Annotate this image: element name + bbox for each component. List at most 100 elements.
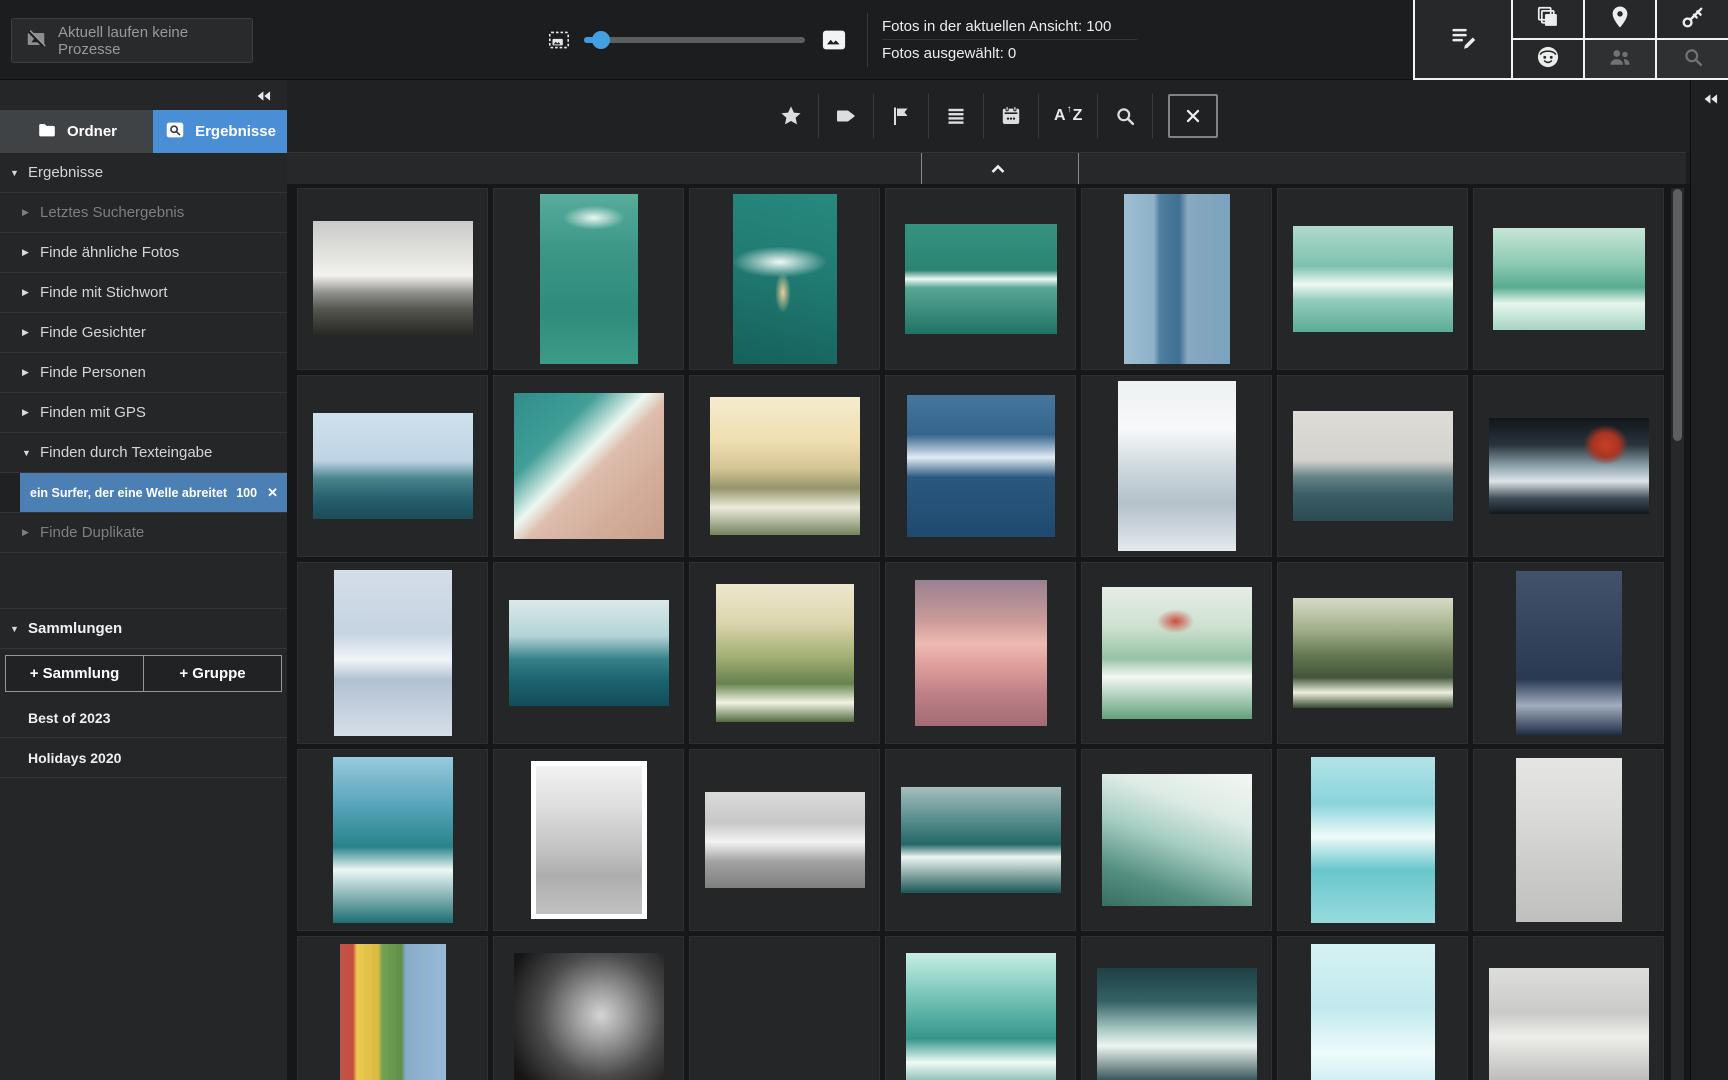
sidebar: Ordner Ergebnisse ▼Ergebnisse▶Letztes Su… — [0, 80, 287, 1080]
flag-filter-button[interactable] — [889, 104, 913, 128]
results-tree: ▼Ergebnisse▶Letztes Suchergebnis▶Finde ä… — [0, 153, 287, 553]
photo-thumbnail-pale-blue-surfer[interactable] — [334, 570, 452, 736]
tree-item-finde-gesichter[interactable]: ▶Finde Gesichter — [0, 313, 287, 353]
photo-thumbnail-golden-hour-cutback[interactable] — [710, 397, 860, 535]
tree-item-finde-duplikate[interactable]: ▶Finde Duplikate — [0, 513, 287, 553]
tab-ergebnisse[interactable]: Ergebnisse — [153, 110, 287, 153]
star-filter-button[interactable] — [779, 104, 803, 128]
photo-thumbnail-deep-blue-waves[interactable] — [907, 395, 1055, 537]
chevron-right-icon[interactable]: ▶ — [22, 207, 40, 218]
faces-button[interactable] — [1513, 40, 1583, 78]
photo-thumbnail-stormy-wave-red-sail[interactable] — [1489, 418, 1649, 514]
duplicates-button[interactable] — [1513, 0, 1583, 38]
photo-thumbnail-bright-aqua-aerial[interactable] — [1311, 757, 1435, 923]
tree-item-label: Finden durch Texteingabe — [40, 444, 212, 461]
keywords-button[interactable] — [1657, 0, 1728, 38]
calendar-filter-button[interactable] — [999, 104, 1023, 128]
chevron-right-icon[interactable]: ▶ — [22, 367, 40, 378]
chevron-right-icon[interactable]: ▶ — [22, 407, 40, 418]
collection-item-label: Holidays 2020 — [28, 750, 121, 766]
close-filter-button[interactable] — [1168, 94, 1218, 138]
photo-thumbnail-bw-small-waves[interactable] — [1489, 968, 1649, 1080]
search-filter-button[interactable] — [1113, 104, 1137, 128]
map-button[interactable] — [1585, 0, 1655, 38]
collapse-sidebar-icon[interactable] — [253, 86, 273, 111]
photo-thumbnail-bw-beach-surfer-framed[interactable] — [531, 761, 647, 919]
close-icon[interactable]: ✕ — [267, 485, 278, 501]
add-collection-button[interactable]: + Sammlung — [6, 656, 143, 691]
chevron-right-icon[interactable]: ▶ — [22, 527, 40, 538]
collection-item[interactable]: Holidays 2020 — [0, 738, 287, 778]
thumbnail-size-slider[interactable] — [584, 37, 805, 43]
photo-thumbnail-pale-aqua-aerial[interactable] — [1311, 944, 1435, 1080]
photo-thumbnail-teal-wave-line[interactable] — [905, 224, 1057, 334]
tag-filter-button[interactable] — [834, 104, 858, 128]
photo-thumbnail-stormy-teal-surfer[interactable] — [1097, 968, 1257, 1080]
sort-letter-z: Z — [1073, 104, 1083, 128]
list-view-button[interactable] — [944, 104, 968, 128]
tree-item-finde-mit-stichwort[interactable]: ▶Finde mit Stichwort — [0, 273, 287, 313]
photo-thumbnail-green-brown-curling-wave[interactable] — [1293, 598, 1453, 708]
tree-item-label: Finde mit Stichwort — [40, 284, 168, 301]
photo-thumbnail-surfer-wave-crest[interactable] — [1493, 228, 1645, 330]
photo-thumbnail-dark-bw-barrel[interactable] — [514, 953, 664, 1080]
grid-cell — [689, 562, 880, 744]
tree-item-finde-hnliche-fotos[interactable]: ▶Finde ähnliche Fotos — [0, 233, 287, 273]
search-query-item[interactable]: ein Surfer, der eine Welle abreitet100✕ — [0, 473, 287, 513]
photo-thumbnail-pale-sky-small-surfer[interactable] — [1293, 411, 1453, 521]
photo-thumbnail-aerial-sand-teal[interactable] — [710, 953, 860, 1080]
photo-thumbnail-white-foam-aerial[interactable] — [1118, 381, 1236, 551]
tab-ordner[interactable]: Ordner — [0, 110, 153, 153]
photo-thumbnail-surfer-jump-red-board[interactable] — [1102, 587, 1252, 719]
grid-cell — [297, 375, 488, 557]
edit-metadata-button[interactable] — [1415, 0, 1511, 78]
expand-right-panel-icon[interactable] — [1700, 89, 1720, 114]
chevron-down-icon[interactable]: ▼ — [22, 448, 40, 458]
chevron-down-icon[interactable]: ▼ — [10, 168, 28, 178]
tree-item-ergebnisse[interactable]: ▼Ergebnisse — [0, 153, 287, 193]
collection-item[interactable]: Best of 2023 — [0, 698, 287, 738]
grid-cell — [885, 188, 1076, 370]
grid-scrollbar-thumb[interactable] — [1673, 189, 1682, 441]
top-bar: Aktuell laufen keine Prozesse Fotos in d… — [0, 0, 1728, 80]
photo-thumbnail-surfer-holding-blue-board[interactable] — [1124, 194, 1230, 364]
edit-list-icon — [1448, 22, 1478, 57]
photo-thumbnail-teal-wave-silhouette[interactable] — [509, 600, 669, 706]
tree-item-finden-mit-gps[interactable]: ▶Finden mit GPS — [0, 393, 287, 433]
chevron-right-icon[interactable]: ▶ — [22, 287, 40, 298]
photo-thumbnail-pale-sky-dark-wave[interactable] — [313, 413, 473, 519]
tree-item-label: Finden mit GPS — [40, 404, 146, 421]
photo-thumbnail-aerial-beach-diagonal[interactable] — [514, 393, 664, 539]
tree-item-letztes-suchergebnis[interactable]: ▶Letztes Suchergebnis — [0, 193, 287, 233]
photo-thumbnail-navy-aerial-surfer[interactable] — [1516, 571, 1622, 735]
grid-cell — [297, 936, 488, 1080]
photo-thumbnail-golden-green-aerial-surfer[interactable] — [716, 584, 854, 722]
status-badge: Aktuell laufen keine Prozesse — [11, 18, 253, 63]
sort-az-button[interactable]: A↑Z — [1054, 104, 1082, 128]
photos-selected-count: Fotos ausgewählt: 0 — [882, 40, 1137, 66]
photo-thumbnail-teal-barrel-surfer[interactable] — [333, 757, 453, 923]
photo-thumbnail-dark-teal-rolling-wave[interactable] — [901, 787, 1061, 893]
photo-thumbnail-bw-foam-surfer[interactable] — [705, 792, 865, 888]
photo-thumbnail-bw-crashing-wave[interactable] — [313, 221, 473, 337]
photo-thumbnail-rainbow-surfboard-man[interactable] — [340, 944, 446, 1080]
grid-scrollbar[interactable] — [1671, 188, 1684, 1080]
small-thumbnails-icon — [546, 27, 572, 58]
chevron-right-icon[interactable]: ▶ — [22, 327, 40, 338]
query-body[interactable]: ein Surfer, der eine Welle abreitet100✕ — [20, 473, 287, 512]
photo-thumbnail-surfer-small-teal-wave[interactable] — [1293, 226, 1453, 332]
photo-thumbnail-teal-aerial-surfboard[interactable] — [733, 194, 837, 364]
collections-header[interactable]: ▼ Sammlungen — [0, 609, 287, 649]
photo-thumbnail-teal-aerial-swimmer[interactable] — [540, 194, 638, 364]
collapse-group-button[interactable] — [986, 157, 1014, 181]
tab-ordner-label: Ordner — [67, 123, 117, 140]
photo-thumbnail-pale-bw-sea-surfer[interactable] — [1516, 758, 1622, 922]
photo-thumbnail-cutback-white-spray[interactable] — [1102, 774, 1252, 906]
add-group-button[interactable]: + Gruppe — [143, 656, 281, 691]
chevron-right-icon[interactable]: ▶ — [22, 247, 40, 258]
thumbnail-size-slider-handle[interactable] — [592, 31, 610, 49]
tree-item-finden-durch-texteingabe[interactable]: ▼Finden durch Texteingabe — [0, 433, 287, 473]
photo-thumbnail-pink-sunset-sea[interactable] — [915, 580, 1047, 726]
photo-thumbnail-teal-barrel-wave[interactable] — [906, 953, 1056, 1080]
tree-item-finde-personen[interactable]: ▶Finde Personen — [0, 353, 287, 393]
